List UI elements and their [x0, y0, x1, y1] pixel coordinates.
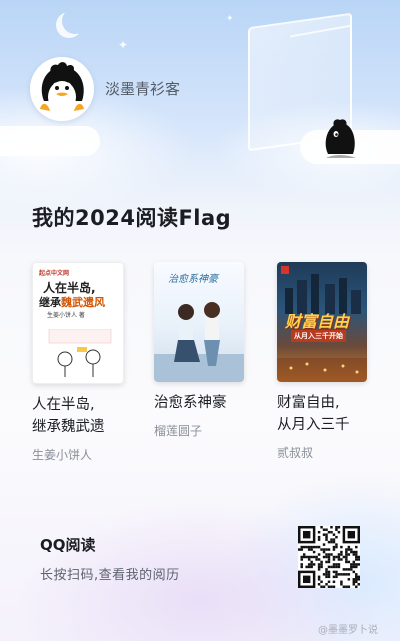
cover-title-highlight: 魏武遗风	[61, 296, 105, 309]
book-title[interactable]: 治愈系神豪	[154, 392, 254, 414]
cover-title: 治愈系神豪	[168, 274, 218, 285]
cover-title: 继承魏武遗风	[39, 294, 105, 310]
book-cover[interactable]: 财富自由 从月入三千开始	[277, 262, 367, 382]
cloud-decoration	[0, 126, 100, 156]
cover-illustration	[154, 302, 244, 382]
avatar[interactable]	[30, 57, 94, 121]
page-title: 我的2024阅读Flag	[32, 206, 232, 230]
moon-decoration	[62, 8, 88, 34]
book-title[interactable]: 人在半岛, 继承魏武遗	[32, 394, 132, 438]
book-card[interactable]: 财富自由 从月入三千开始 财富自由, 从月入三千 贰叔叔	[277, 262, 377, 461]
book-card[interactable]: 治愈系神豪 治愈系神豪 榴莲圆子	[154, 262, 254, 439]
cover-author: 生姜小饼人 著	[47, 312, 85, 319]
book-title-line: 从月入三千	[277, 417, 350, 433]
book-author: 生姜小饼人	[32, 448, 93, 462]
book-cover[interactable]: 起点中文网 人在半岛, 继承魏武遗风 生姜小饼人 著	[32, 262, 124, 384]
publisher-badge	[281, 266, 289, 274]
book-cover[interactable]: 治愈系神豪	[154, 262, 244, 382]
star-icon: ✦	[118, 38, 129, 52]
username: 淡墨青衫客	[105, 80, 181, 98]
scan-instruction: 长按扫码,查看我的阅历	[40, 568, 180, 583]
cover-title: 财富自由	[285, 312, 350, 331]
book-title-line: 治愈系神豪	[154, 395, 227, 411]
star-icon: ✦	[226, 14, 234, 24]
publisher-label: 起点中文网	[39, 270, 70, 277]
penguin-mascot-icon	[325, 119, 356, 158]
cover-title-prefix: 继承	[39, 296, 61, 309]
book-author: 榴莲圆子	[154, 424, 203, 438]
book-title-line: 人在半岛,	[32, 397, 95, 413]
book-card[interactable]: 起点中文网 人在半岛, 继承魏武遗风 生姜小饼人 著 人在半岛, 继承魏武遗 生…	[32, 262, 132, 463]
book-author: 贰叔叔	[277, 446, 314, 460]
book-title-line: 财富自由,	[277, 395, 340, 411]
app-name: QQ阅读	[40, 536, 96, 554]
book-title[interactable]: 财富自由, 从月入三千	[277, 392, 377, 436]
cover-subtitle: 从月入三千开始	[291, 330, 346, 342]
watermark: @墨墨罗卜说	[318, 625, 378, 636]
qr-code[interactable]	[298, 526, 360, 588]
book-title-line: 继承魏武遗	[32, 419, 105, 435]
cover-illustration	[48, 329, 112, 377]
qr-code-icon	[298, 526, 360, 588]
cover-city-lights	[277, 358, 367, 382]
penguin-avatar-icon	[30, 57, 94, 121]
